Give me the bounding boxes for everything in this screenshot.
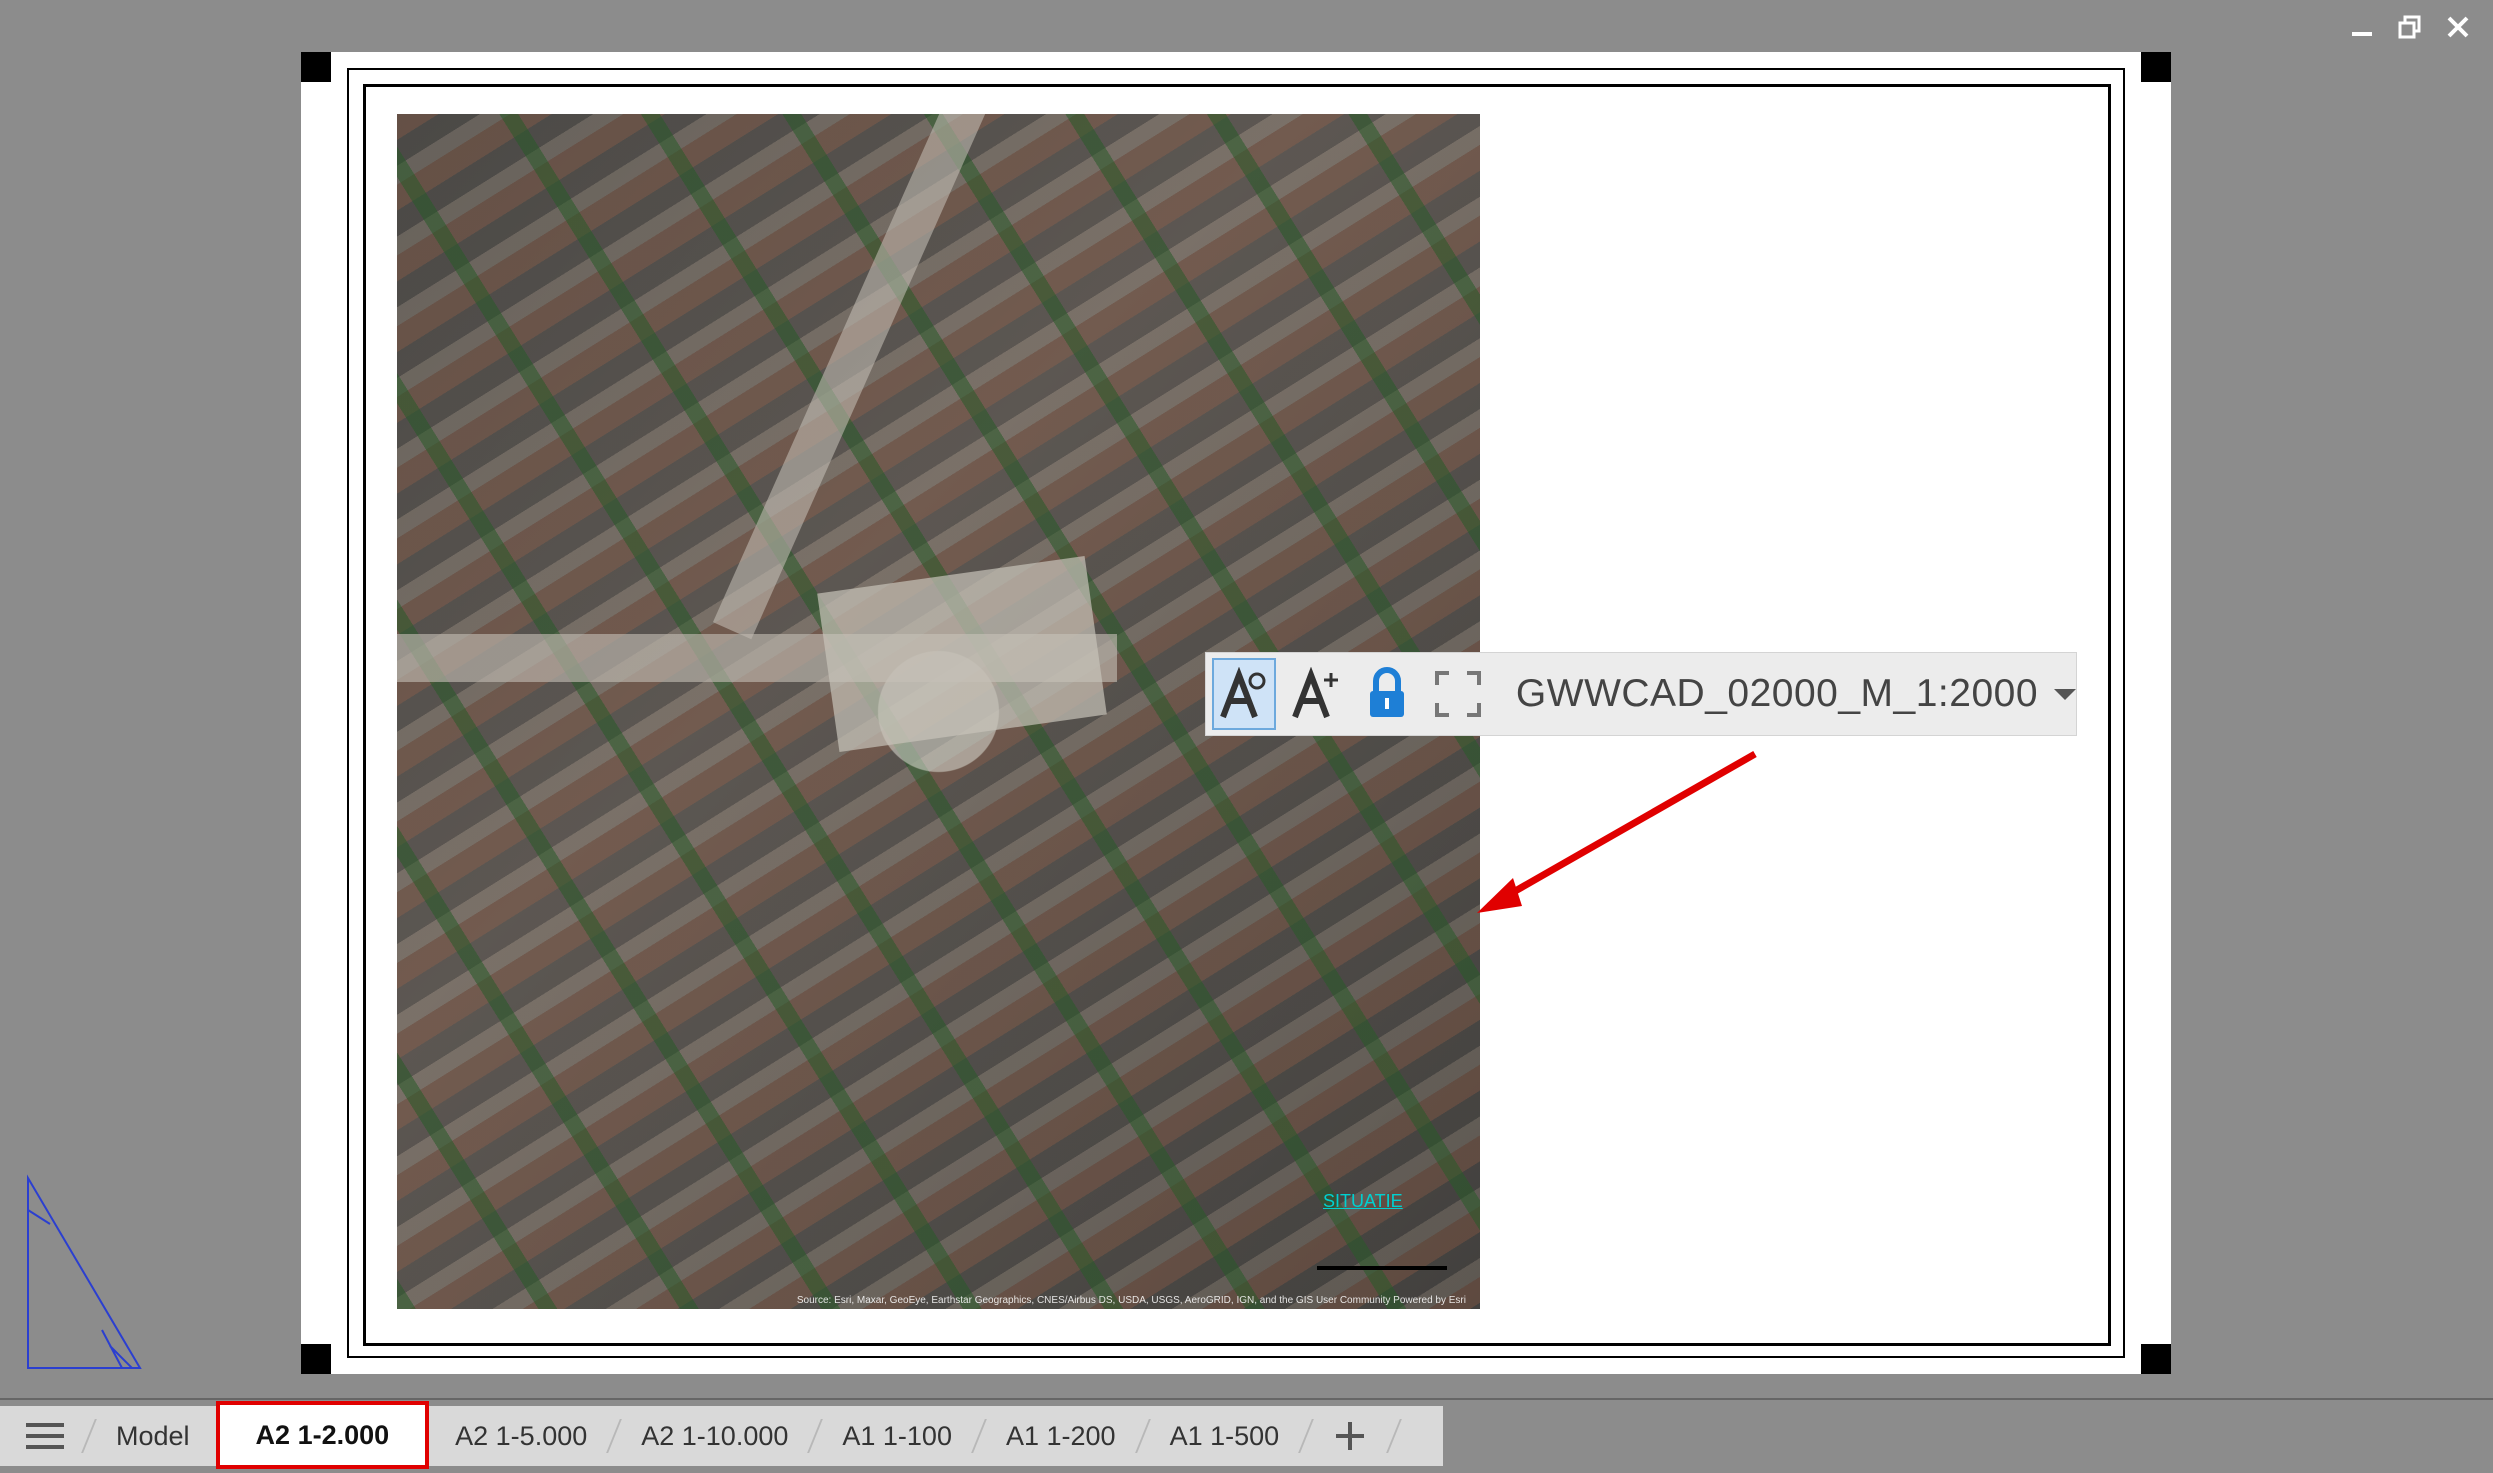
close-icon[interactable] xyxy=(2441,10,2475,44)
hamburger-menu-icon[interactable] xyxy=(0,1406,88,1466)
tab-a2-1-2000[interactable]: A2 1-2.000 xyxy=(215,1401,430,1469)
window-controls xyxy=(2345,10,2475,44)
lock-icon[interactable] xyxy=(1355,658,1418,730)
viewport-toolbar: GWWCAD_02000_M_1:2000 xyxy=(1205,652,2077,736)
tab-a2-1-5000[interactable]: A2 1-5.000 xyxy=(429,1406,613,1466)
auto-scale-icon[interactable] xyxy=(1284,658,1347,730)
tab-a1-1-500[interactable]: A1 1-500 xyxy=(1144,1406,1306,1466)
ucs-icon xyxy=(27,1174,142,1369)
minimize-icon[interactable] xyxy=(2345,10,2379,44)
restore-icon[interactable] xyxy=(2393,10,2427,44)
chevron-down-icon xyxy=(2054,688,2077,700)
tab-a2-1-10000[interactable]: A2 1-10.000 xyxy=(615,1406,814,1466)
scale-value: GWWCAD_02000_M_1:2000 xyxy=(1515,672,2039,715)
add-layout-button[interactable] xyxy=(1307,1406,1393,1466)
tab-strip: Model A2 1-2.000 A2 1-5.000 A2 1-10.000 … xyxy=(0,1401,1443,1469)
tab-a1-1-200[interactable]: A1 1-200 xyxy=(980,1406,1142,1466)
maximize-viewport-icon[interactable] xyxy=(1427,658,1490,730)
annotation-scale-dropdown[interactable]: GWWCAD_02000_M_1:2000 xyxy=(1515,672,2077,716)
layout-tab-bar: Model A2 1-2.000 A2 1-5.000 A2 1-10.000 … xyxy=(0,1398,2493,1473)
annotation-scale-icon[interactable] xyxy=(1212,658,1276,730)
tab-a1-1-100[interactable]: A1 1-100 xyxy=(816,1406,978,1466)
plus-icon xyxy=(1336,1422,1365,1450)
tab-model[interactable]: Model xyxy=(90,1406,216,1466)
